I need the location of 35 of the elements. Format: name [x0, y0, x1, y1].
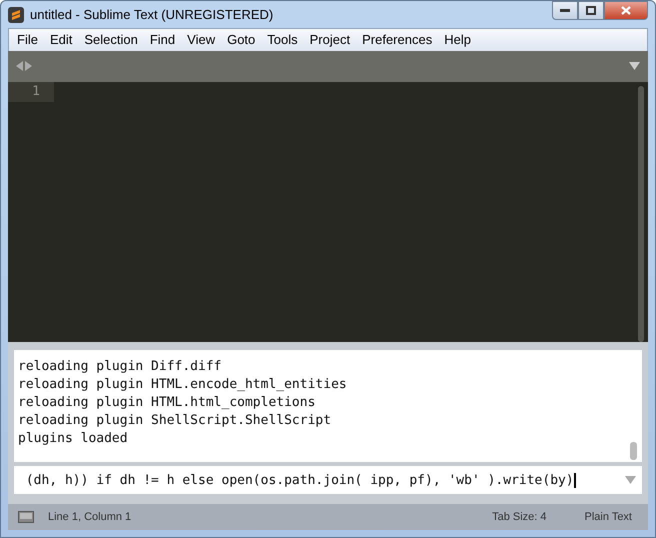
menu-item[interactable]: Edit	[44, 30, 78, 50]
minimize-icon	[560, 8, 570, 12]
menu-item[interactable]: Tools	[261, 30, 304, 50]
console-line: plugins loaded	[18, 430, 129, 448]
syntax-label[interactable]: Plain Text	[584, 511, 632, 523]
menu-item[interactable]: Preferences	[356, 30, 438, 50]
menu-item[interactable]: Project	[304, 30, 356, 50]
window-title: untitled - Sublime Text (UNREGISTERED)	[30, 7, 274, 22]
forward-arrow-icon[interactable]	[25, 61, 32, 72]
scrollbar-thumb[interactable]	[630, 442, 637, 460]
back-arrow-icon[interactable]	[16, 61, 23, 72]
app-logo-icon	[8, 6, 24, 23]
dropdown-triangle-icon[interactable]	[629, 62, 640, 70]
menu-item[interactable]: Goto	[221, 30, 262, 50]
console-line: reloading plugin HTML.html_completions	[18, 394, 316, 412]
tab-size-label[interactable]: Tab Size: 4	[492, 511, 546, 523]
console-line: reloading plugin HTML.encode_html_entities	[18, 376, 348, 394]
menu-item[interactable]: File	[11, 30, 44, 50]
cursor-position: Line 1, Column 1	[48, 511, 132, 523]
console-line: reloading plugin Diff.diff	[18, 358, 222, 376]
minimize-button[interactable]	[552, 1, 578, 20]
menu-item[interactable]: Selection	[78, 30, 144, 50]
close-button[interactable]	[604, 1, 648, 20]
close-icon	[621, 6, 631, 15]
console-line: reloading plugin ShellScript.ShellScript	[18, 412, 332, 430]
panel-toggle-icon[interactable]	[18, 511, 34, 523]
line-number: 1	[8, 82, 54, 102]
menu-item[interactable]: Help	[438, 30, 477, 50]
menu-item[interactable]: Find	[144, 30, 182, 50]
console-input-field[interactable]: (dh, h)) if dh != h else open(os.path.join( ipp, pf), 'wb' ).write(by)	[14, 466, 642, 494]
menu-item[interactable]: View	[181, 30, 222, 50]
maximize-icon	[586, 6, 596, 15]
maximize-button[interactable]	[578, 1, 604, 20]
dropdown-triangle-icon[interactable]	[625, 476, 636, 484]
scrollbar-thumb[interactable]	[638, 86, 644, 342]
